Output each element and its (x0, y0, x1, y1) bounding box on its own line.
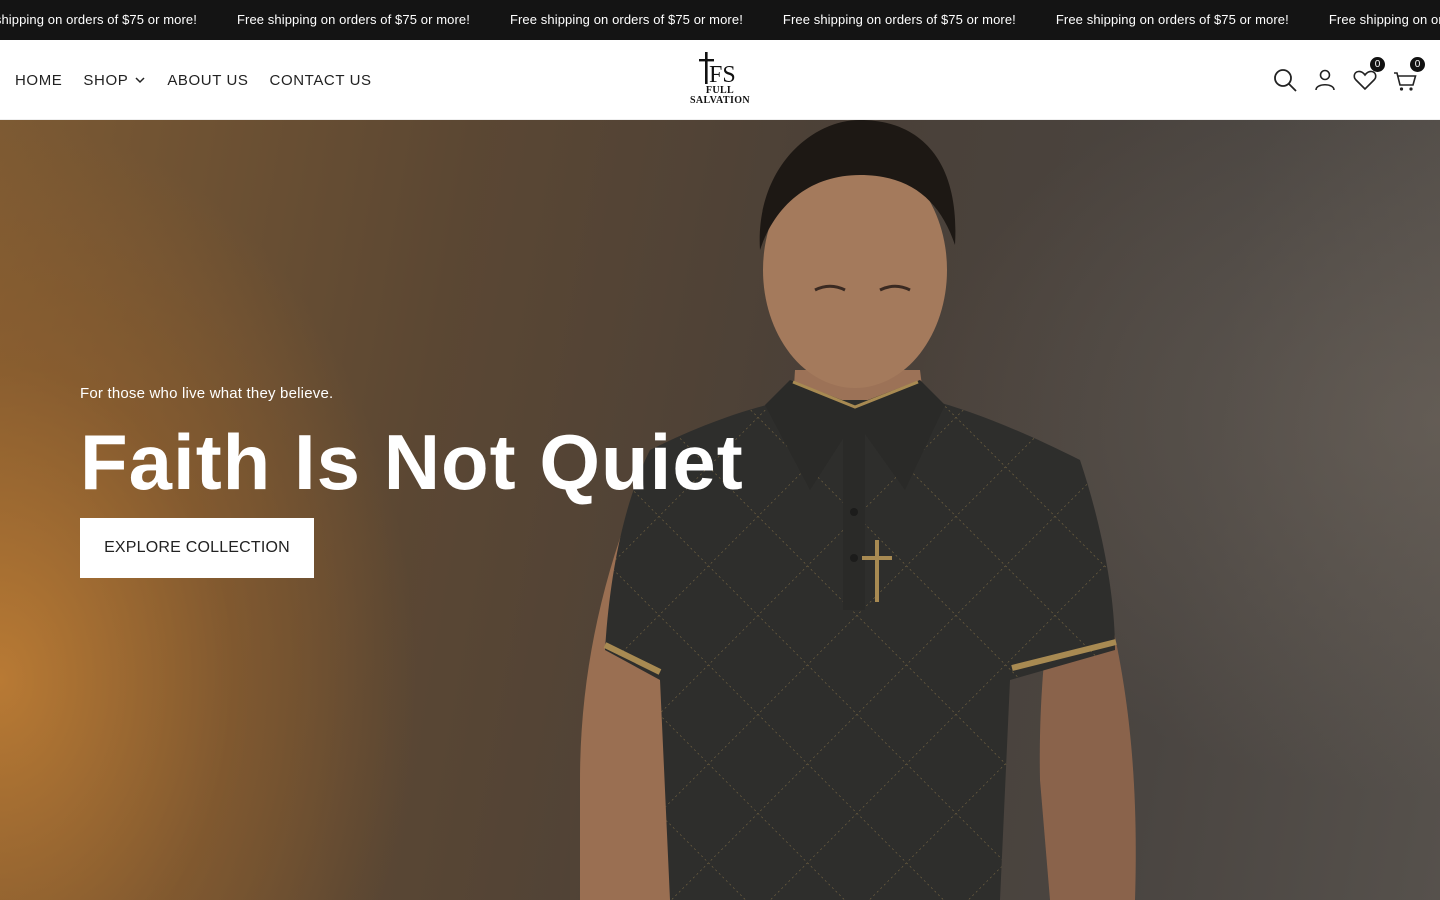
chevron-down-icon (135, 77, 145, 84)
nav-item-label: HOME (15, 71, 63, 89)
logo-monogram: FS (709, 62, 736, 86)
announcement-message: Free shipping on orders of $75 or more! (782, 12, 1016, 27)
hero-banner: For those who live what they believe. Fa… (0, 120, 1440, 900)
search-icon (1274, 69, 1297, 92)
announcement-message: Free shipping on orders of $75 or more! (0, 12, 197, 27)
announcement-message: Free shipping on orders of $75 or more! (1328, 12, 1440, 27)
announcement-bar: Free shipping on orders of $75 or more! … (0, 0, 1440, 40)
wishlist-count-badge: 0 (1370, 57, 1385, 72)
wishlist-button[interactable]: 0 (1352, 57, 1385, 93)
main-nav: HOME SHOP ABOUT US CONTACT US (15, 40, 393, 120)
header-icons: 0 0 (1258, 40, 1425, 120)
nav-item-label: CONTACT US (269, 71, 372, 89)
cart-count-badge: 0 (1410, 57, 1425, 72)
account-button[interactable] (1312, 67, 1338, 93)
hero-subtitle: For those who live what they believe. (80, 385, 334, 402)
nav-item-label: SHOP (83, 71, 129, 89)
nav-item-home[interactable]: HOME (15, 72, 62, 89)
site-header: HOME SHOP ABOUT US CONTACT US FS FULL SA… (0, 40, 1440, 120)
model-wearing-polo-image (580, 120, 1136, 900)
search-button[interactable] (1272, 67, 1298, 93)
announcement-track: Free shipping on orders of $75 or more! … (0, 0, 1440, 40)
hero-title: Faith Is Not Quiet (80, 418, 744, 506)
user-icon (1315, 69, 1335, 91)
logo-line-2: SALVATION (689, 95, 751, 106)
nav-item-about-us[interactable]: ABOUT US (167, 72, 248, 89)
hero-content: For those who live what they believe. Fa… (80, 385, 744, 578)
announcement-message: Free shipping on orders of $75 or more! (236, 12, 470, 27)
announcement-message: Free shipping on orders of $75 or more! (1055, 12, 1289, 27)
announcement-message: Free shipping on orders of $75 or more! (509, 12, 743, 27)
nav-item-shop[interactable]: SHOP (83, 72, 146, 89)
cross-monogram-logo: FS (699, 52, 736, 86)
nav-item-contact-us[interactable]: CONTACT US (270, 72, 372, 89)
explore-collection-button[interactable]: EXPLORE COLLECTION (80, 518, 314, 578)
cart-button[interactable]: 0 (1392, 57, 1425, 93)
nav-item-label: ABOUT US (167, 71, 249, 89)
site-logo[interactable]: FS FULL SALVATION (684, 50, 756, 110)
